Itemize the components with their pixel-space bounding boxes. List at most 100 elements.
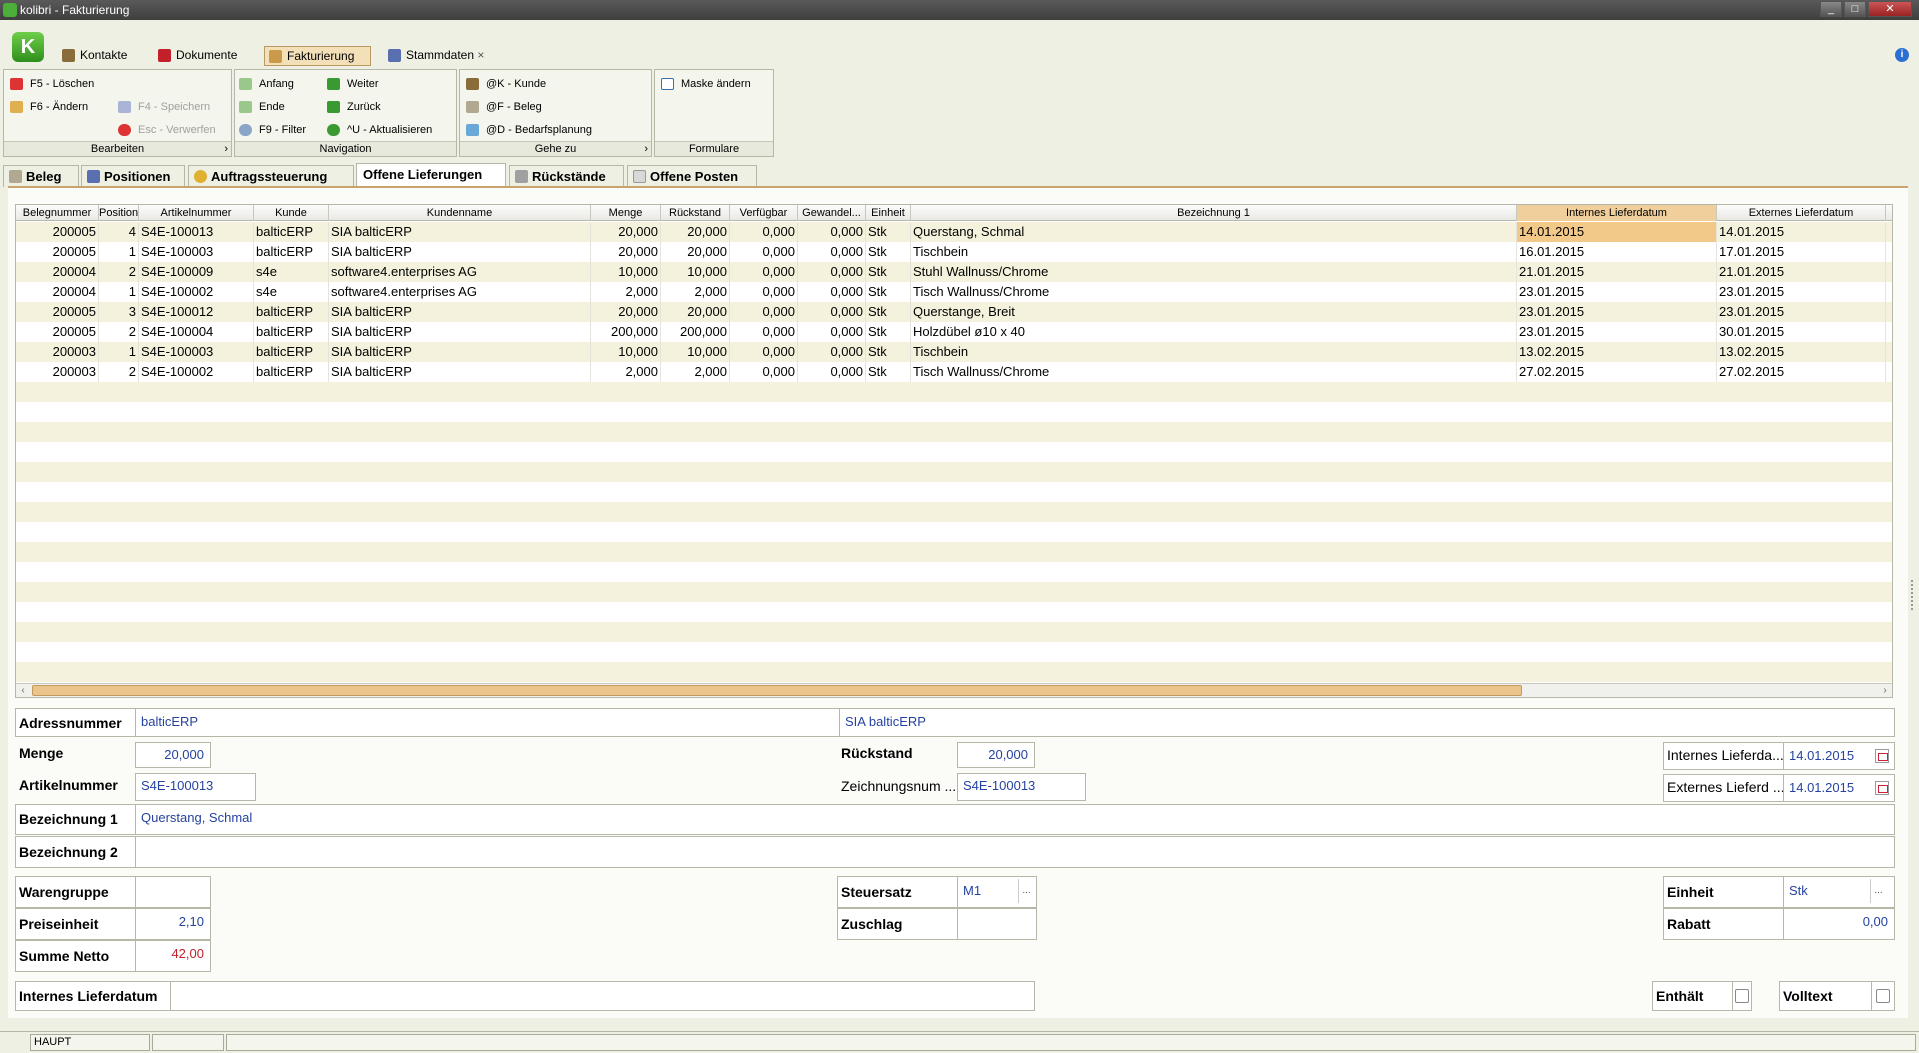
table-row[interactable]: 200005 1 S4E-100003 balticERP SIA balticERP 2… [16,242,1892,262]
cell-menge[interactable]: 200,000 [591,322,661,342]
scroll-left-icon[interactable]: ‹ [16,684,30,697]
cell-internes-lieferdatum[interactable]: 13.02.2015 [1517,342,1717,362]
cell-rueckstand[interactable]: 200,000 [661,322,730,342]
cell-bezeichnung1[interactable]: Querstange, Breit [911,302,1517,322]
cell-rueckstand[interactable]: 20,000 [661,222,730,242]
cell-artikelnummer[interactable]: S4E-100012 [139,302,254,322]
menu-tab-fakturierung[interactable]: Fakturierung [264,46,371,66]
column-header-internes-lieferdatum[interactable]: Internes Lieferdatum [1517,205,1717,221]
cell-rueckstand[interactable]: 10,000 [661,342,730,362]
cell-position[interactable]: 3 [99,302,139,322]
cell-artikelnummer[interactable]: S4E-100003 [139,342,254,362]
column-header-bezeichnung1[interactable]: Bezeichnung 1 [911,205,1517,221]
cell-bezeichnung1[interactable]: Holzdübel ø10 x 40 [911,322,1517,342]
last-button[interactable]: Ende [237,98,285,116]
tab-offene-lieferungen[interactable]: Offene Lieferungen [356,163,506,187]
cell-kunde[interactable]: s4e [254,262,329,282]
goto-planning-button[interactable]: @D - Bedarfsplanung [464,121,592,139]
cell-kunde[interactable]: balticERP [254,242,329,262]
goto-receipt-button[interactable]: @F - Beleg [464,98,542,116]
cell-verfuegbar[interactable]: 0,000 [730,302,798,322]
cell-position[interactable]: 2 [99,262,139,282]
calendar-icon[interactable] [1875,781,1889,795]
next-button[interactable]: Weiter [325,75,379,93]
column-header-rueckstand[interactable]: Rückstand [661,205,730,221]
cell-belegnummer[interactable]: 200004 [16,282,99,302]
cell-bezeichnung1[interactable]: Tisch Wallnuss/Chrome [911,282,1517,302]
close-tab-icon[interactable]: × [477,48,484,62]
cell-bezeichnung1[interactable]: Tischbein [911,342,1517,362]
calendar-icon[interactable] [1875,749,1889,763]
menu-tab-stammdaten[interactable]: Stammdaten × [384,46,490,66]
column-header-verfuegbar[interactable]: Verfügbar [730,205,798,221]
cell-rueckstand[interactable]: 2,000 [661,282,730,302]
cell-rueckstand[interactable]: 20,000 [661,242,730,262]
cell-kunde[interactable]: balticERP [254,222,329,242]
cell-internes-lieferdatum[interactable]: 23.01.2015 [1517,282,1717,302]
info-icon[interactable]: i [1895,48,1909,62]
tab-auftragssteuerung[interactable]: Auftragssteuerung [188,165,354,187]
maximize-button[interactable]: □ [1844,1,1866,17]
cell-bezeichnung1[interactable]: Querstang, Schmal [911,222,1517,242]
cell-rueckstand[interactable]: 20,000 [661,302,730,322]
cell-einheit[interactable]: Stk [866,302,911,322]
cell-einheit[interactable]: Stk [866,322,911,342]
cell-rueckstand[interactable]: 10,000 [661,262,730,282]
table-row[interactable]: 200003 2 S4E-100002 balticERP SIA balticERP 2… [16,362,1892,382]
cell-internes-lieferdatum[interactable]: 16.01.2015 [1517,242,1717,262]
cell-artikelnummer[interactable]: S4E-100013 [139,222,254,242]
column-header-menge[interactable]: Menge [591,205,661,221]
table-row[interactable]: 200005 3 S4E-100012 balticERP SIA balticERP 2… [16,302,1892,322]
cell-belegnummer[interactable]: 200004 [16,262,99,282]
cell-gewandelt[interactable]: 0,000 [798,322,866,342]
cell-externes-lieferdatum[interactable]: 21.01.2015 [1717,262,1886,282]
minimize-button[interactable]: _ [1820,1,1842,17]
column-header-belegnummer[interactable]: Belegnummer [16,205,99,221]
volltext-checkbox[interactable] [1876,989,1890,1003]
cell-verfuegbar[interactable]: 0,000 [730,362,798,382]
cell-verfuegbar[interactable]: 0,000 [730,242,798,262]
enthaelt-checkbox[interactable] [1735,989,1749,1003]
column-header-einheit[interactable]: Einheit [866,205,911,221]
column-header-artikelnummer[interactable]: Artikelnummer [139,205,254,221]
cell-verfuegbar[interactable]: 0,000 [730,222,798,242]
column-header-position[interactable]: Position [99,205,139,221]
cell-belegnummer[interactable]: 200005 [16,222,99,242]
cell-artikelnummer[interactable]: S4E-100004 [139,322,254,342]
cell-menge[interactable]: 10,000 [591,262,661,282]
cell-gewandelt[interactable]: 0,000 [798,222,866,242]
horizontal-scrollbar[interactable]: ‹ › [16,683,1892,697]
cell-kunde[interactable]: balticERP [254,302,329,322]
cell-artikelnummer[interactable]: S4E-100009 [139,262,254,282]
cell-einheit[interactable]: Stk [866,342,911,362]
cell-belegnummer[interactable]: 200005 [16,242,99,262]
cell-verfuegbar[interactable]: 0,000 [730,342,798,362]
cell-externes-lieferdatum[interactable]: 17.01.2015 [1717,242,1886,262]
table-row[interactable]: 200005 2 S4E-100004 balticERP SIA balticERP 2… [16,322,1892,342]
cell-kundenname[interactable]: software4.enterprises AG [329,262,591,282]
cell-menge[interactable]: 10,000 [591,342,661,362]
cell-kunde[interactable]: balticERP [254,342,329,362]
cell-menge[interactable]: 2,000 [591,362,661,382]
cell-kundenname[interactable]: SIA balticERP [329,222,591,242]
column-header-kunde[interactable]: Kunde [254,205,329,221]
cell-position[interactable]: 2 [99,322,139,342]
cell-internes-lieferdatum[interactable]: 23.01.2015 [1517,302,1717,322]
cell-position[interactable]: 1 [99,242,139,262]
einheit-lookup-button[interactable]: ... [1870,879,1886,903]
cell-gewandelt[interactable]: 0,000 [798,262,866,282]
cell-internes-lieferdatum[interactable]: 27.02.2015 [1517,362,1717,382]
cell-gewandelt[interactable]: 0,000 [798,342,866,362]
cell-externes-lieferdatum[interactable]: 27.02.2015 [1717,362,1886,382]
menu-tab-dokumente[interactable]: Dokumente [154,46,243,66]
column-header-kundenname[interactable]: Kundenname [329,205,591,221]
cell-position[interactable]: 1 [99,282,139,302]
cell-position[interactable]: 2 [99,362,139,382]
scroll-thumb[interactable] [32,685,1522,696]
scroll-right-icon[interactable]: › [1878,684,1892,697]
column-header-gewandelt[interactable]: Gewandel... [798,205,866,221]
refresh-button[interactable]: ^U - Aktualisieren [325,121,432,139]
cell-kundenname[interactable]: SIA balticERP [329,362,591,382]
cell-belegnummer[interactable]: 200003 [16,362,99,382]
cell-belegnummer[interactable]: 200005 [16,322,99,342]
